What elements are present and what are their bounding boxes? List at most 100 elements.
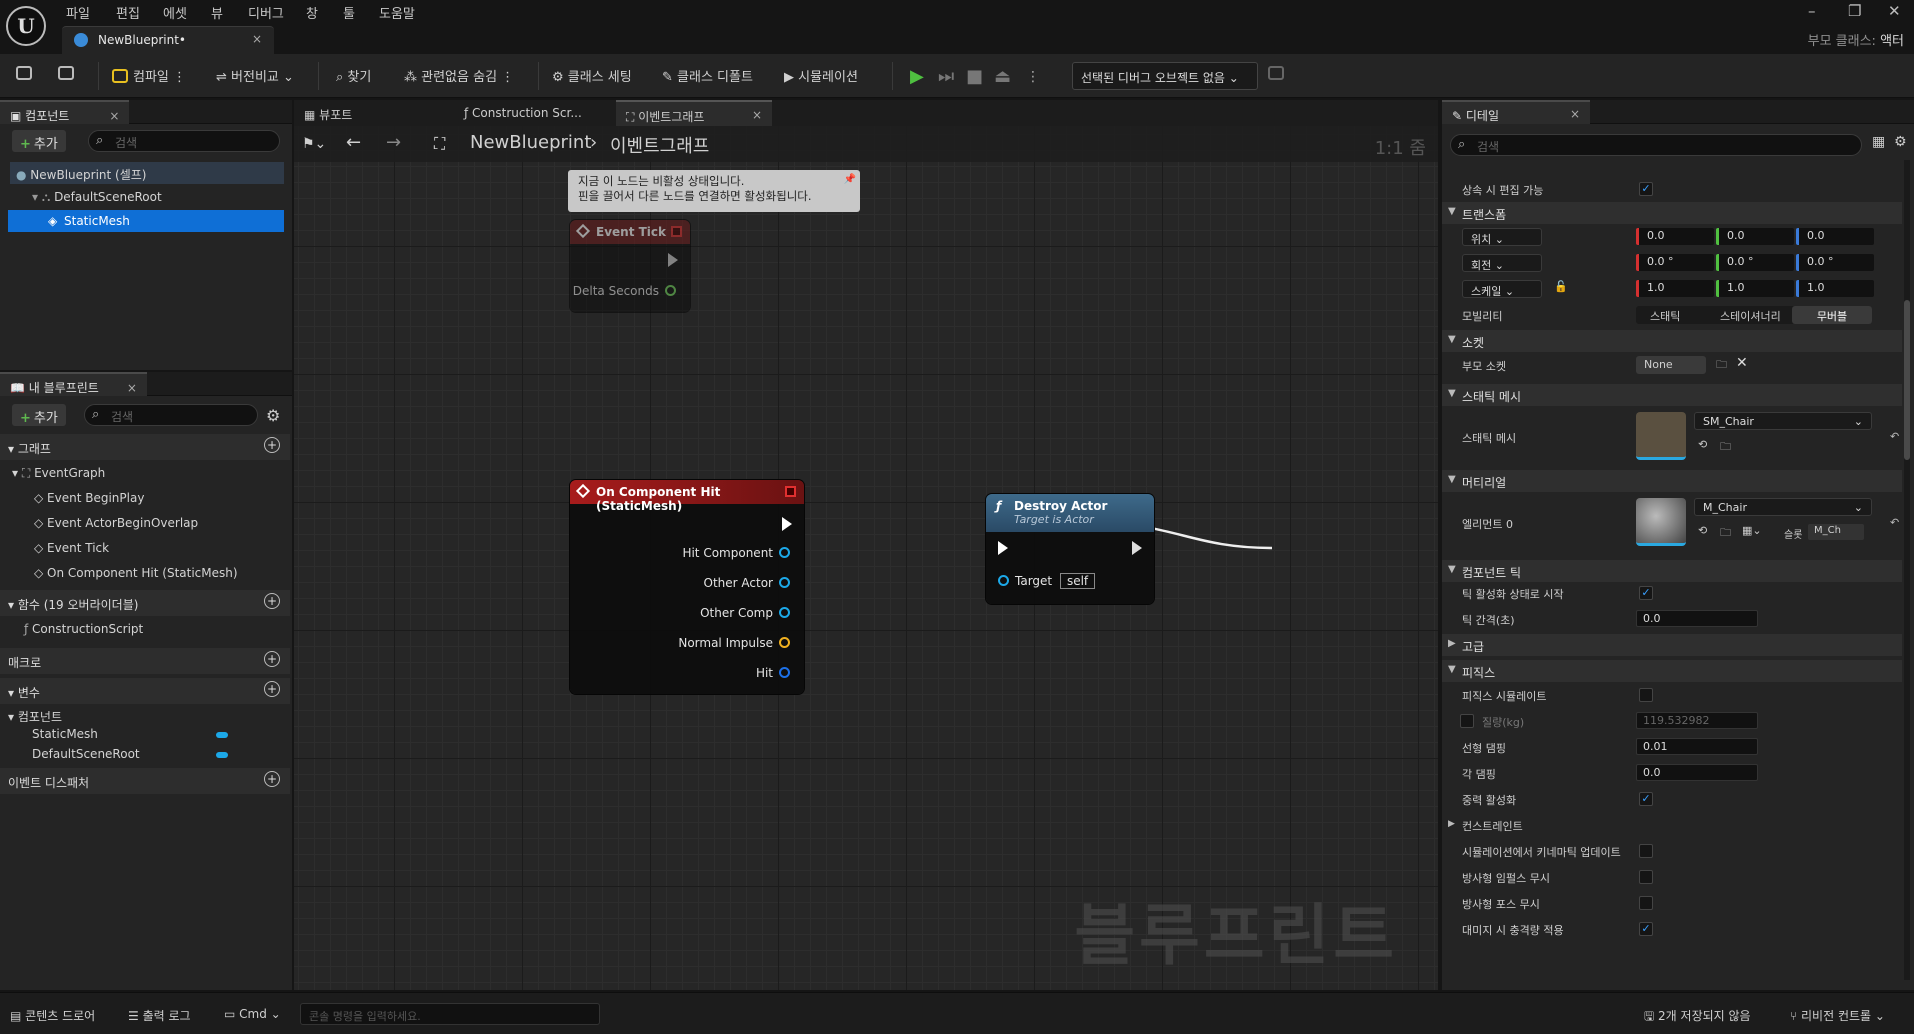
close-icon[interactable]: × xyxy=(1570,107,1580,121)
add-macro-icon[interactable]: + xyxy=(264,651,280,667)
simulation-button[interactable]: ▶ 시뮬레이션 xyxy=(784,66,858,85)
inherit-edit-checkbox[interactable]: ✓ xyxy=(1639,182,1653,196)
exec-out-pin[interactable] xyxy=(1132,541,1142,555)
variable-defaultsceneroot[interactable]: DefaultSceneRoot xyxy=(32,747,292,761)
browse-icon[interactable] xyxy=(58,66,79,82)
use-selected-icon[interactable]: ⟲ xyxy=(1698,438,1707,451)
close-icon[interactable]: × xyxy=(127,381,137,395)
scale-x-field[interactable]: 1.0 xyxy=(1636,280,1714,297)
angular-damping-field[interactable]: 0.0 xyxy=(1636,764,1758,781)
menu-edit[interactable]: 편집 xyxy=(116,3,140,22)
details-search-input[interactable]: ⌕ 검색 xyxy=(1450,134,1862,156)
settings-gear-icon[interactable]: ⚙ xyxy=(266,406,280,425)
self-default-value[interactable]: self xyxy=(1059,573,1096,589)
rotation-z-field[interactable]: 0.0 ° xyxy=(1796,254,1874,271)
variables-components-group[interactable]: ▾ 컴포넌트 xyxy=(8,708,62,725)
category-component-tick[interactable]: ▼ 컴포넌트 틱 xyxy=(1442,560,1902,582)
compile-button[interactable]: 컴파일 ⋮ xyxy=(112,66,186,85)
other-comp-pin[interactable]: Other Comp xyxy=(700,606,790,620)
category-macros[interactable]: 매크로 + xyxy=(0,648,290,674)
chair-thumbnail[interactable] xyxy=(1636,412,1686,460)
graph-canvas[interactable]: ⚑⌄ ← → ⛶ NewBlueprint › 이벤트그래프 1:1 줌 지금 … xyxy=(294,126,1438,990)
category-materials[interactable]: ▼ 머티리얼 xyxy=(1442,470,1902,492)
tab-construction[interactable]: ƒ Construction Scr... xyxy=(454,100,592,126)
step-icon[interactable]: ⏭ xyxy=(938,66,954,87)
play-icon[interactable]: ▶ xyxy=(910,66,924,87)
settings-gear-icon[interactable]: ⚙ xyxy=(1894,134,1907,150)
menu-debug[interactable]: 디버그 xyxy=(248,3,284,22)
location-x-field[interactable]: 0.0 xyxy=(1636,228,1714,245)
close-window-icon[interactable]: ✕ xyxy=(1888,2,1901,20)
debug-object-select[interactable]: 선택된 디버그 오브젝트 없음 ⌄ xyxy=(1072,62,1258,90)
material-dropdown[interactable]: M_Chair ⌄ xyxy=(1694,498,1872,516)
add-variable-icon[interactable]: + xyxy=(264,681,280,697)
apply-impulse-checkbox[interactable]: ✓ xyxy=(1639,922,1653,936)
mobility-static[interactable]: 스태틱 xyxy=(1650,308,1680,324)
hit-component-pin[interactable]: Hit Component xyxy=(682,546,790,560)
static-mesh-dropdown[interactable]: SM_Chair ⌄ xyxy=(1694,412,1872,430)
category-static-mesh[interactable]: ▼ 스태틱 메시 xyxy=(1442,384,1902,406)
category-functions[interactable]: ▾ 함수 (19 오버라이더블) + xyxy=(0,590,290,616)
rotation-dropdown[interactable]: 회전 ⌄ xyxy=(1462,254,1542,272)
details-scrollbar[interactable] xyxy=(1904,160,1910,980)
scale-z-field[interactable]: 1.0 xyxy=(1796,280,1874,297)
other-actor-pin[interactable]: Other Actor xyxy=(704,576,790,590)
linear-damping-field[interactable]: 0.01 xyxy=(1636,738,1758,755)
tree-item-root[interactable]: ▾ ⛬ DefaultSceneRoot xyxy=(26,186,168,208)
menu-tools[interactable]: 툴 xyxy=(343,3,355,22)
class-defaults-button[interactable]: ✎ 클래스 디폴트 xyxy=(662,66,753,85)
simulate-physics-checkbox[interactable] xyxy=(1639,688,1653,702)
ignore-radial-impulse-checkbox[interactable] xyxy=(1639,870,1653,884)
tree-item-staticmesh[interactable]: ◈ StaticMesh xyxy=(8,210,284,232)
save-icon[interactable] xyxy=(16,66,37,82)
scale-dropdown[interactable]: 스케일 ⌄ xyxy=(1462,280,1542,298)
menu-asset[interactable]: 에셋 xyxy=(163,3,187,22)
mobility-movable[interactable]: 무버블 xyxy=(1792,306,1872,324)
location-dropdown[interactable]: 위치 ⌄ xyxy=(1462,228,1542,246)
on-component-hit-node[interactable]: On Component Hit (StaticMesh) Hit Compon… xyxy=(570,480,804,694)
tick-interval-field[interactable]: 0.0 xyxy=(1636,610,1758,627)
restore-icon[interactable]: ❐ xyxy=(1848,2,1861,20)
event-oncomponenthit[interactable]: ◇ On Component Hit (StaticMesh) xyxy=(34,566,238,580)
diff-button[interactable]: ⇌ 버전비교 ⌄ xyxy=(216,66,294,85)
add-component-button[interactable]: + 추가 xyxy=(12,130,66,152)
reset-arrow-icon[interactable]: ↶ xyxy=(1890,516,1899,529)
gravity-checkbox[interactable]: ✓ xyxy=(1639,792,1653,806)
category-graphs[interactable]: ▾ 그래프 + xyxy=(0,434,290,460)
output-log-button[interactable]: ☰ 출력 로그 xyxy=(128,1007,191,1024)
console-input[interactable]: 콘솔 명령을 입력하세요. xyxy=(300,1003,600,1025)
close-icon[interactable]: × xyxy=(752,108,762,122)
location-y-field[interactable]: 0.0 xyxy=(1716,228,1794,245)
material-thumbnail[interactable] xyxy=(1636,498,1686,546)
rotation-y-field[interactable]: 0.0 ° xyxy=(1716,254,1794,271)
cmd-dropdown[interactable]: ▭ Cmd ⌄ xyxy=(224,1007,281,1021)
destroy-actor-node[interactable]: ƒ Destroy Actor Target is Actor Target s… xyxy=(986,494,1154,604)
delegate-pin-icon[interactable] xyxy=(785,486,796,497)
parent-class-value[interactable]: 액터 xyxy=(1880,34,1904,49)
category-dispatchers[interactable]: 이벤트 디스패처 + xyxy=(0,768,290,794)
ignore-radial-force-checkbox[interactable] xyxy=(1639,896,1653,910)
menu-window[interactable]: 창 xyxy=(306,3,318,22)
clear-icon[interactable]: ✕ xyxy=(1736,355,1748,371)
exec-in-pin[interactable] xyxy=(998,541,1008,555)
tick-start-checkbox[interactable]: ✓ xyxy=(1639,586,1653,600)
debug-filter-icon[interactable] xyxy=(1268,66,1289,82)
tab-viewport[interactable]: ▦ 뷰포트 xyxy=(294,100,362,126)
category-physics[interactable]: ▼ 피직스 xyxy=(1442,660,1902,682)
function-constructionscript[interactable]: ƒ ConstructionScript xyxy=(24,622,143,636)
menu-file[interactable]: 파일 xyxy=(66,3,90,22)
mass-field[interactable]: 119.532982 xyxy=(1636,712,1758,729)
tab-my-blueprint[interactable]: 📖 내 블루프린트 × xyxy=(0,372,147,396)
variable-staticmesh[interactable]: StaticMesh xyxy=(32,727,292,741)
table-view-icon[interactable]: ▦ xyxy=(1872,134,1885,150)
class-settings-button[interactable]: ⚙ 클래스 세팅 xyxy=(552,66,632,85)
eject-icon[interactable]: ⏏ xyxy=(994,66,1011,87)
minimize-icon[interactable]: – xyxy=(1808,2,1816,20)
my-blueprint-search-input[interactable]: ⌕ 검색 xyxy=(84,404,258,426)
browse-icon[interactable]: 🗀 xyxy=(1720,438,1731,457)
revision-control-button[interactable]: ⑂ 리비전 컨트롤 ⌄ xyxy=(1790,1007,1885,1024)
scale-y-field[interactable]: 1.0 xyxy=(1716,280,1794,297)
location-z-field[interactable]: 0.0 xyxy=(1796,228,1874,245)
exec-out-pin[interactable] xyxy=(782,517,792,531)
target-pin[interactable]: Target self xyxy=(998,573,1096,589)
